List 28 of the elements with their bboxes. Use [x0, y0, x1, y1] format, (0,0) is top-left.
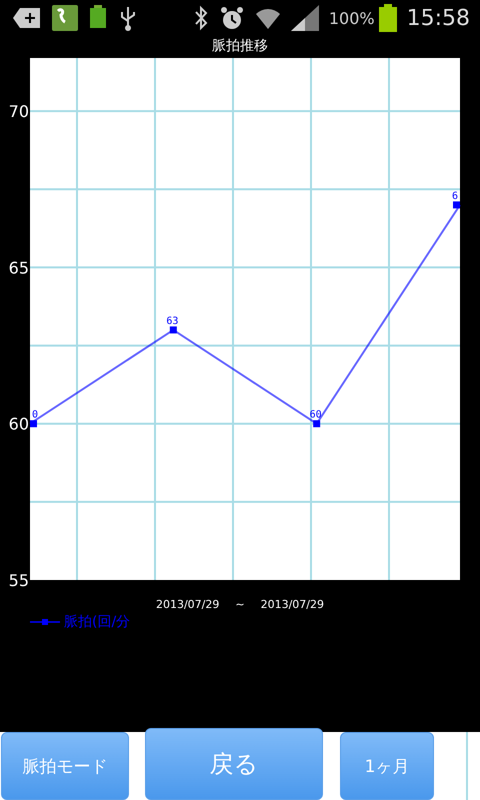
data-point	[313, 420, 320, 428]
action-button[interactable]: 脈拍モード	[1, 732, 129, 800]
clock: 15:58	[406, 6, 470, 30]
axis-label: 65	[8, 258, 29, 278]
legend-line-icon	[30, 618, 60, 626]
legend-label: 脈拍(回/分	[64, 613, 130, 631]
data-label: 6	[452, 190, 458, 202]
data-label: 0	[32, 410, 38, 421]
data-label: 63	[166, 316, 178, 327]
chart-title: 脈拍推移	[211, 37, 269, 56]
bluetooth-icon	[192, 5, 209, 31]
action-button[interactable]: 1ヶ月	[340, 732, 434, 800]
action-button[interactable]: 戻る	[145, 728, 323, 800]
data-point	[30, 420, 37, 428]
signal-icon	[290, 5, 319, 31]
battery-percent: 100%	[328, 8, 375, 28]
range-separator: ~	[235, 598, 245, 611]
end-date: 2013/07/29	[260, 598, 324, 611]
axis-label: 55	[8, 571, 29, 590]
add-icon	[12, 6, 42, 30]
battery-icon	[378, 4, 397, 32]
usb-icon	[118, 5, 138, 31]
data-label: 60	[310, 410, 322, 421]
axis-label: 60	[8, 414, 29, 434]
axis-label: 70	[8, 102, 29, 122]
battery-icon	[88, 5, 108, 31]
alarm-icon	[218, 5, 245, 31]
start-date: 2013/07/29	[156, 598, 220, 611]
